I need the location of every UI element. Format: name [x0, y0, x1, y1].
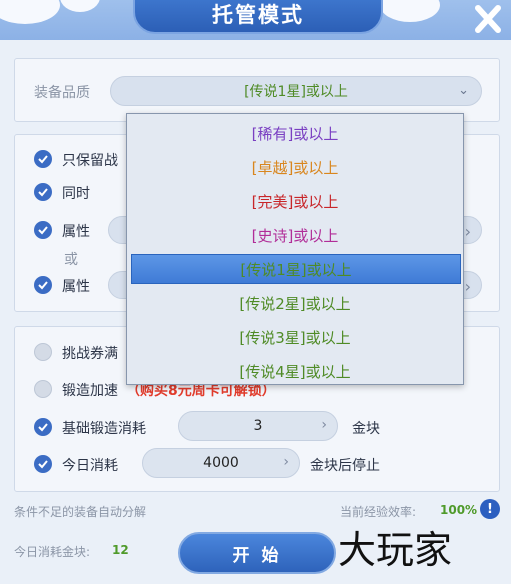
start-button[interactable]: 开 始 [178, 532, 336, 574]
forge-speed-label: 锻造加速 [62, 383, 118, 399]
dropdown-option[interactable]: [传说2星]或以上 [127, 288, 463, 318]
quality-label: 装备品质 [34, 85, 90, 101]
ticket-full-label: 挑战券满 [62, 346, 118, 362]
today-cost-unit: 金块后停止 [310, 458, 380, 474]
dropdown-option[interactable]: [卓越]或以上 [127, 152, 463, 182]
keep-battle-label: 只保留战 [62, 153, 118, 169]
today-cost-label: 今日消耗 [62, 458, 118, 474]
check-icon [38, 155, 48, 164]
watermark-text: 大玩家 [338, 528, 453, 572]
or-label: 或 [64, 252, 78, 268]
close-icon [475, 5, 501, 33]
forge-speed-checkbox[interactable] [34, 380, 52, 398]
keep-battle-checkbox[interactable] [34, 150, 52, 168]
quality-dropdown-list[interactable]: [稀有]或以上 [卓越]或以上 [完美]或以上 [史诗]或以上 [传说1星]或以上 [传说… [126, 113, 464, 385]
info-icon[interactable]: ! [480, 499, 500, 519]
today-cost-value: 4000 [203, 455, 239, 471]
same-time-checkbox[interactable] [34, 183, 52, 201]
dropdown-option[interactable]: [完美]或以上 [127, 186, 463, 216]
check-icon [38, 226, 48, 235]
dropdown-option[interactable]: [史诗]或以上 [127, 220, 463, 250]
chevron-right-icon: › [464, 277, 471, 296]
chevron-right-icon[interactable]: › [283, 454, 289, 470]
close-button[interactable] [470, 2, 506, 36]
quality-selected-value: [传说1星]或以上 [244, 84, 348, 100]
base-forge-checkbox[interactable] [34, 418, 52, 436]
ticket-full-checkbox[interactable] [34, 343, 52, 361]
attr1-checkbox[interactable] [34, 221, 52, 239]
attr2-checkbox[interactable] [34, 276, 52, 294]
check-icon [38, 281, 48, 290]
cloud-decoration [380, 0, 440, 22]
attr1-label: 属性 [62, 224, 90, 240]
dropdown-option[interactable]: [传说1星]或以上 [131, 254, 461, 284]
same-time-label: 同时 [62, 186, 90, 202]
chevron-right-icon: › [464, 222, 471, 241]
efficiency-label: 当前经验效率: [340, 505, 417, 519]
base-forge-unit: 金块 [352, 421, 380, 437]
check-icon [38, 423, 48, 432]
dropdown-option[interactable]: [稀有]或以上 [127, 118, 463, 148]
today-gold-label: 今日消耗金块: [14, 545, 91, 559]
attr2-label: 属性 [62, 279, 90, 295]
today-cost-checkbox[interactable] [34, 455, 52, 473]
base-forge-value: 3 [253, 418, 263, 434]
base-forge-label: 基础锻造消耗 [62, 421, 146, 437]
efficiency-value: 100% [440, 503, 478, 517]
dropdown-option[interactable]: [传说4星]或以上 [127, 356, 463, 384]
quality-select[interactable]: [传说1星]或以上 ⌄ [110, 76, 482, 106]
base-forge-stepper[interactable]: 3 › [178, 411, 338, 441]
window-title: 托管模式 [133, 0, 383, 34]
chevron-right-icon[interactable]: › [321, 417, 327, 433]
auto-decompose-note: 条件不足的装备自动分解 [14, 505, 147, 519]
today-cost-stepper[interactable]: 4000 › [142, 448, 300, 478]
cloud-decoration [0, 0, 60, 24]
cloud-decoration [60, 0, 100, 12]
today-gold-value: 12 [112, 543, 129, 557]
check-icon [38, 460, 48, 469]
chevron-down-icon: ⌄ [458, 83, 469, 98]
dropdown-option[interactable]: [传说3星]或以上 [127, 322, 463, 352]
check-icon [38, 188, 48, 197]
